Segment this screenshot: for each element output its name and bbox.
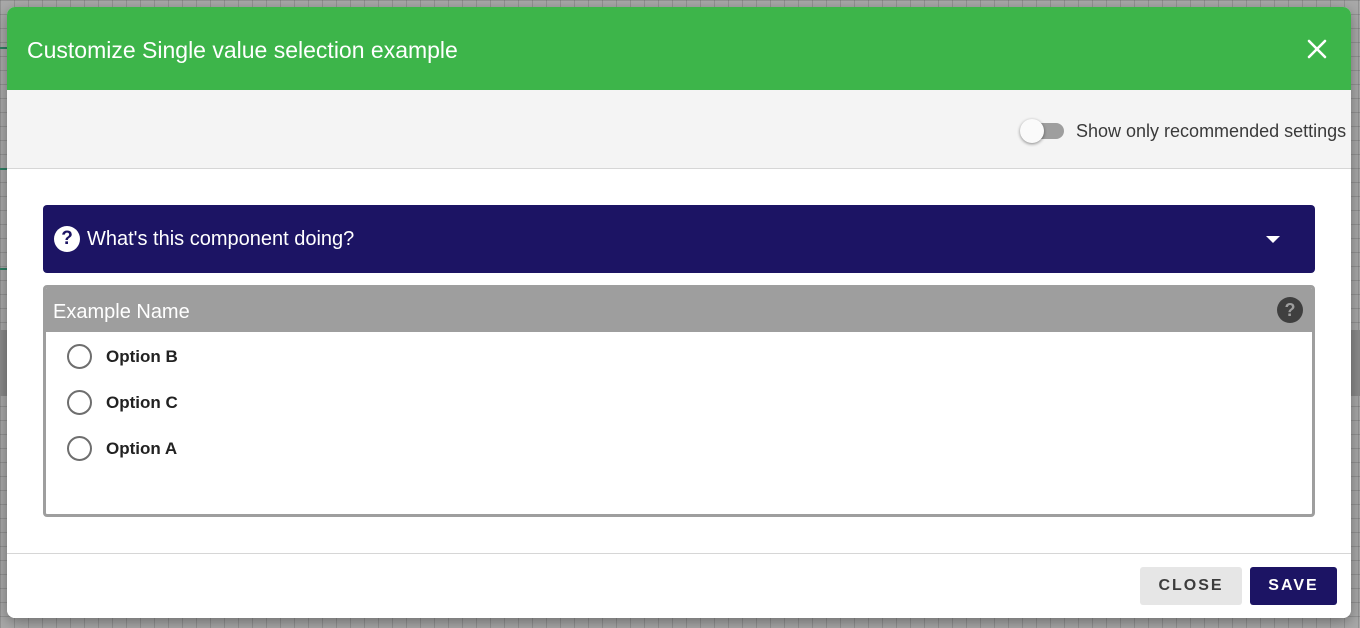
- dialog-footer: CLOSE SAVE: [7, 553, 1351, 618]
- dialog-header: Customize Single value selection example: [7, 7, 1351, 90]
- background-line: [0, 47, 7, 49]
- field-label: Example Name: [53, 301, 190, 323]
- recommended-settings-toggle[interactable]: [1020, 119, 1066, 143]
- radio-option-a[interactable]: Option A: [67, 434, 367, 464]
- background-line: [0, 168, 7, 170]
- example-name-field: Example Name ? Option B Option C Option …: [43, 285, 1315, 517]
- radio-button[interactable]: [67, 390, 92, 415]
- radio-option-b[interactable]: Option B: [67, 342, 367, 372]
- dialog-title: Customize Single value selection example: [27, 37, 458, 63]
- save-button[interactable]: SAVE: [1250, 567, 1337, 605]
- close-icon[interactable]: [1305, 37, 1329, 61]
- close-button[interactable]: CLOSE: [1140, 567, 1242, 605]
- radio-button[interactable]: [67, 436, 92, 461]
- caret-down-icon[interactable]: [1266, 236, 1280, 243]
- settings-bar: Show only recommended settings: [7, 90, 1351, 169]
- radio-option-label[interactable]: Option B: [106, 347, 178, 367]
- radio-option-label[interactable]: Option A: [106, 439, 177, 459]
- recommended-settings-label[interactable]: Show only recommended settings: [1076, 120, 1346, 142]
- radio-option-c[interactable]: Option C: [67, 388, 367, 418]
- toggle-thumb[interactable]: [1020, 119, 1044, 143]
- radio-button[interactable]: [67, 344, 92, 369]
- field-help-icon[interactable]: ?: [1277, 297, 1303, 323]
- customize-dialog: Customize Single value selection example…: [7, 7, 1351, 618]
- background-line: [0, 268, 7, 270]
- radio-option-label[interactable]: Option C: [106, 393, 178, 413]
- question-circle-icon: ?: [54, 226, 80, 252]
- help-panel-title: What's this component doing?: [87, 228, 355, 250]
- component-help-panel[interactable]: ? What's this component doing?: [43, 205, 1315, 273]
- field-header: Example Name ?: [46, 288, 1312, 332]
